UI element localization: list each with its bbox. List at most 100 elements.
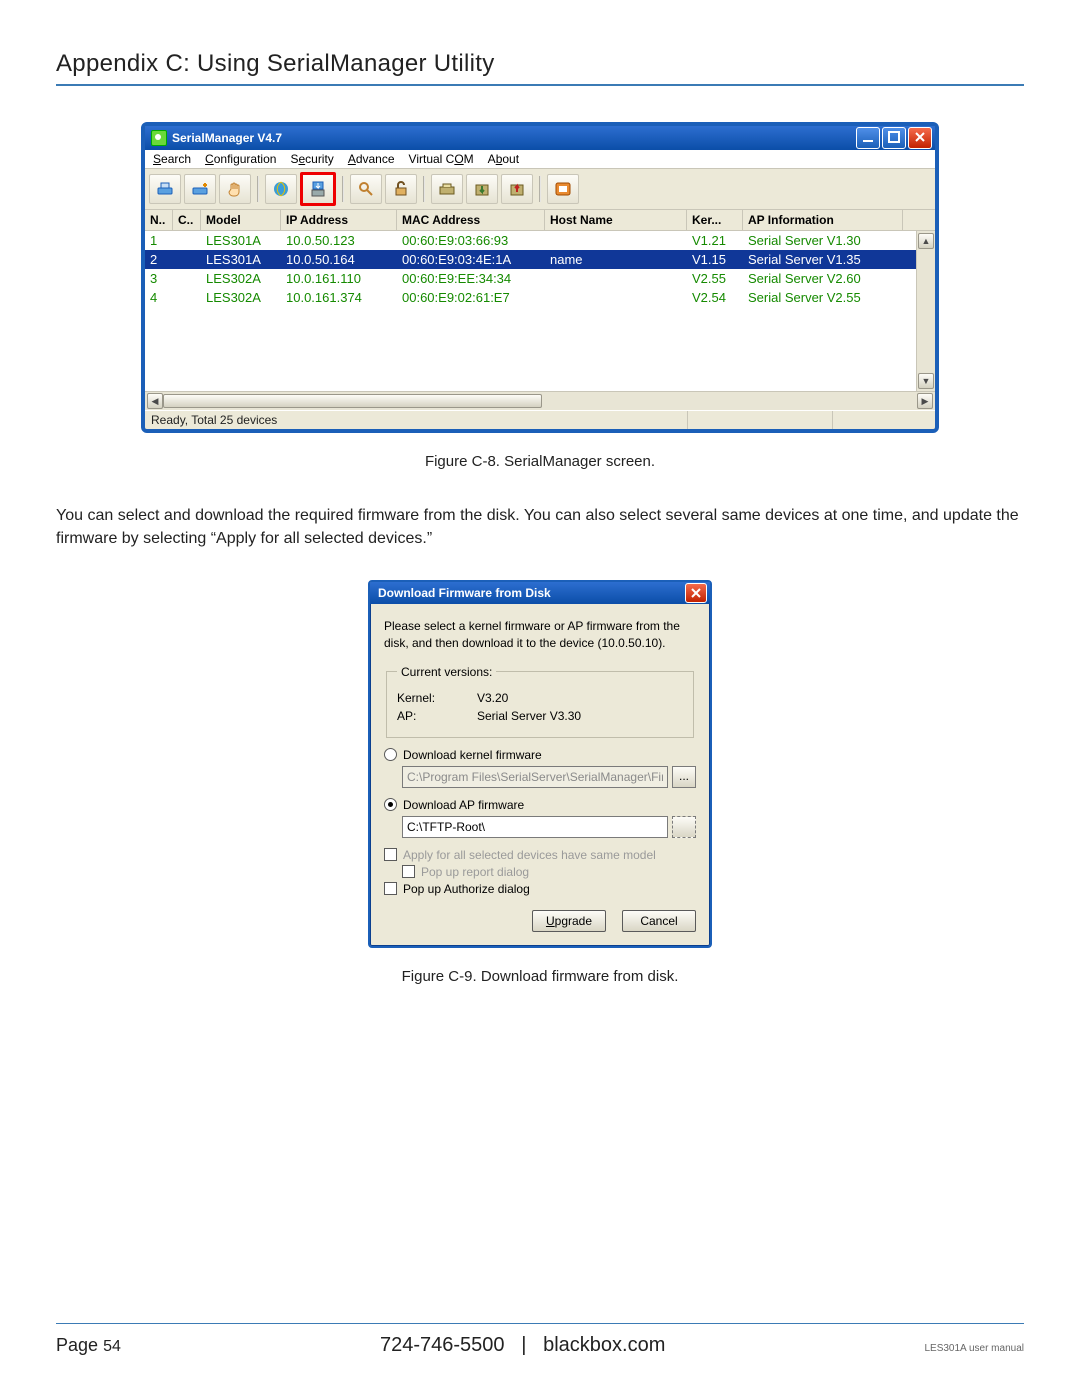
scroll-down-icon[interactable]: ▼: [918, 373, 934, 389]
toolbar-net-config-icon[interactable]: [431, 174, 463, 204]
toolbar-browser-icon[interactable]: [265, 174, 297, 204]
cell: LES301A: [201, 233, 281, 248]
cell: 10.0.50.164: [281, 252, 397, 267]
table-row[interactable]: 1LES301A10.0.50.12300:60:E9:03:66:93V1.2…: [145, 231, 935, 250]
minimize-button[interactable]: [856, 127, 880, 149]
footer-contact: 724-746-5500 | blackbox.com: [380, 1334, 665, 1357]
cell: 2: [145, 252, 173, 267]
cell: Serial Server V1.35: [743, 252, 903, 267]
cell: 10.0.50.123: [281, 233, 397, 248]
kernel-value: V3.20: [477, 691, 508, 705]
radio-ap-label: Download AP firmware: [403, 798, 524, 812]
toolbar-add-device-icon[interactable]: [184, 174, 216, 204]
ap-label: AP:: [397, 709, 449, 723]
cell: 00:60:E9:02:61:E7: [397, 290, 545, 305]
kernel-path-input: [402, 766, 668, 788]
body-paragraph: You can select and download the required…: [56, 504, 1024, 550]
device-list: N.. C.. Model IP Address MAC Address Hos…: [145, 210, 935, 410]
figure-caption-dialog: Figure C-9. Download firmware from disk.: [56, 968, 1024, 985]
cell: LES301A: [201, 252, 281, 267]
scroll-thumb[interactable]: [163, 394, 542, 408]
toolbar-package-down-icon[interactable]: [466, 174, 498, 204]
window-title: SerialManager V4.7: [172, 131, 282, 145]
menu-about[interactable]: About: [488, 152, 519, 166]
toolbar-search-icon[interactable]: [149, 174, 181, 204]
radio-ap-row[interactable]: Download AP firmware: [384, 798, 696, 812]
cell: V1.21: [687, 233, 743, 248]
cell: [173, 290, 201, 305]
dialog-intro: Please select a kernel firmware or AP fi…: [384, 618, 696, 650]
radio-kernel-label: Download kernel firmware: [403, 748, 542, 762]
report-row: Pop up report dialog: [402, 865, 696, 879]
toolbar-vcom-icon[interactable]: [547, 174, 579, 204]
app-icon: [151, 130, 167, 146]
title-rule: [56, 84, 1024, 86]
menu-configuration[interactable]: Configuration: [205, 152, 276, 166]
kernel-browse-button[interactable]: ...: [672, 766, 696, 788]
status-text: Ready, Total 25 devices: [145, 411, 688, 429]
authorize-checkbox[interactable]: [384, 882, 397, 895]
apply-all-row: Apply for all selected devices have same…: [384, 848, 696, 862]
list-header[interactable]: N.. C.. Model IP Address MAC Address Hos…: [145, 210, 935, 231]
col-header-c[interactable]: C..: [173, 210, 201, 230]
radio-kernel[interactable]: [384, 748, 397, 761]
authorize-label: Pop up Authorize dialog: [403, 882, 530, 896]
cell: V2.55: [687, 271, 743, 286]
cancel-button-label: Cancel: [640, 914, 677, 928]
kernel-label: Kernel:: [397, 691, 449, 705]
dialog-title: Download Firmware from Disk: [378, 586, 551, 600]
download-firmware-dialog: Download Firmware from Disk Please selec…: [368, 580, 712, 947]
list-body[interactable]: 1LES301A10.0.50.12300:60:E9:03:66:93V1.2…: [145, 231, 935, 391]
cell: Serial Server V1.30: [743, 233, 903, 248]
radio-kernel-row[interactable]: Download kernel firmware: [384, 748, 696, 762]
scroll-left-icon[interactable]: ◀: [147, 393, 163, 409]
dialog-close-button[interactable]: [685, 583, 707, 603]
col-header-model[interactable]: Model: [201, 210, 281, 230]
cell: 10.0.161.374: [281, 290, 397, 305]
menu-virtual-com[interactable]: Virtual COM: [409, 152, 474, 166]
cell: Serial Server V2.55: [743, 290, 903, 305]
titlebar[interactable]: SerialManager V4.7: [145, 126, 935, 150]
cell: 4: [145, 290, 173, 305]
col-header-mac[interactable]: MAC Address: [397, 210, 545, 230]
upgrade-button[interactable]: Upgrade: [532, 910, 606, 932]
menu-security[interactable]: Security: [290, 152, 333, 166]
cell: [545, 271, 687, 286]
toolbar-unlock-icon[interactable]: [385, 174, 417, 204]
authorize-row[interactable]: Pop up Authorize dialog: [384, 882, 696, 896]
vertical-scrollbar[interactable]: ▲ ▼: [916, 231, 935, 391]
cell: Serial Server V2.60: [743, 271, 903, 286]
current-versions-legend: Current versions:: [397, 665, 496, 679]
toolbar-download-firmware-icon[interactable]: [300, 172, 336, 206]
horizontal-scrollbar[interactable]: ◀ ▶: [145, 391, 935, 410]
ap-browse-button[interactable]: [672, 816, 696, 838]
dialog-titlebar[interactable]: Download Firmware from Disk: [370, 582, 710, 604]
cell: name: [545, 252, 687, 267]
toolbar-package-up-icon[interactable]: [501, 174, 533, 204]
close-button[interactable]: [908, 127, 932, 149]
menu-search[interactable]: Search: [153, 152, 191, 166]
table-row[interactable]: 4LES302A10.0.161.37400:60:E9:02:61:E7V2.…: [145, 288, 935, 307]
maximize-button[interactable]: [882, 127, 906, 149]
col-header-host[interactable]: Host Name: [545, 210, 687, 230]
cell: 00:60:E9:03:66:93: [397, 233, 545, 248]
apply-all-label: Apply for all selected devices have same…: [403, 848, 656, 862]
current-versions-group: Current versions: Kernel:V3.20 AP:Serial…: [386, 665, 694, 738]
cancel-button[interactable]: Cancel: [622, 910, 696, 932]
toolbar-hand-icon[interactable]: [219, 174, 251, 204]
col-header-n[interactable]: N..: [145, 210, 173, 230]
scroll-up-icon[interactable]: ▲: [918, 233, 934, 249]
menu-advance[interactable]: Advance: [348, 152, 395, 166]
toolbar-locate-icon[interactable]: [350, 174, 382, 204]
upgrade-button-rest: pgrade: [555, 914, 592, 928]
toolbar: [145, 169, 935, 210]
col-header-ip[interactable]: IP Address: [281, 210, 397, 230]
radio-ap[interactable]: [384, 798, 397, 811]
cell: [173, 271, 201, 286]
ap-path-input[interactable]: [402, 816, 668, 838]
col-header-ap[interactable]: AP Information: [743, 210, 903, 230]
table-row[interactable]: 2LES301A10.0.50.16400:60:E9:03:4E:1Aname…: [145, 250, 935, 269]
table-row[interactable]: 3LES302A10.0.161.11000:60:E9:EE:34:34V2.…: [145, 269, 935, 288]
scroll-right-icon[interactable]: ▶: [917, 393, 933, 409]
col-header-ker[interactable]: Ker...: [687, 210, 743, 230]
